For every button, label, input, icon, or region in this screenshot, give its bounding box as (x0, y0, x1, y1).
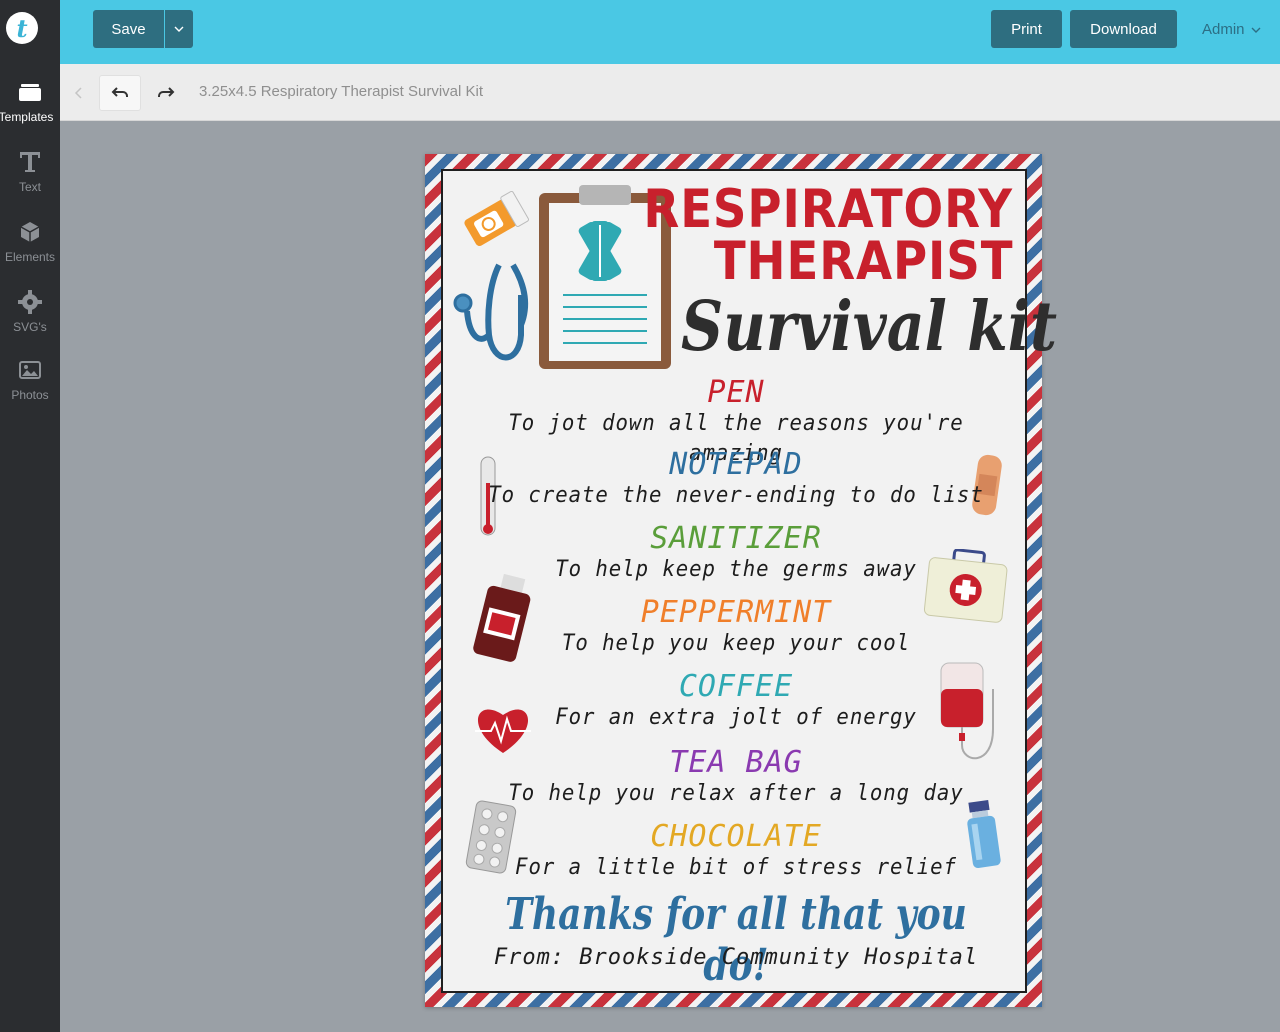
left-sidebar: t Templates Text Elements SVG's Photos (0, 0, 60, 1032)
redo-icon (158, 87, 175, 97)
download-button[interactable]: Download (1070, 10, 1177, 48)
photos-icon (19, 361, 41, 379)
card-content: RESPIRATORY THERAPIST Survival kit PEN T… (441, 169, 1057, 993)
admin-label: Admin (1202, 21, 1245, 38)
sidebar-item-elements[interactable]: Elements (0, 220, 60, 282)
sidebar-item-label: Text (18, 180, 41, 194)
item-name: PEPPERMINT (640, 595, 832, 630)
editor-toolbar: 3.25x4.5 Respiratory Therapist Survival … (60, 64, 1280, 121)
kit-item: TEA BAG To help you relax after a long d… (443, 747, 1029, 809)
sidebar-item-label: SVG's (13, 320, 47, 334)
back-button[interactable] (68, 75, 88, 111)
chevron-down-icon (1251, 27, 1261, 33)
sidebar-item-label: Photos (11, 388, 49, 402)
undo-icon (111, 87, 128, 97)
admin-menu[interactable]: Admin (1202, 21, 1261, 38)
item-name: TEA BAG (669, 745, 803, 780)
sidebar-item-text[interactable]: Text (0, 150, 60, 212)
sidebar-item-templates[interactable]: Templates (0, 80, 60, 142)
item-desc: To create the never-ending to do list (488, 483, 984, 508)
sidebar-item-label: Elements (4, 250, 56, 264)
redo-button[interactable] (148, 75, 184, 111)
templates-icon (19, 84, 41, 101)
item-desc: To help you keep your cool (561, 631, 911, 656)
chevron-left-icon (74, 87, 82, 99)
logo-letter: t (16, 13, 28, 43)
stethoscope-icon (453, 263, 529, 361)
save-button[interactable]: Save (93, 10, 164, 48)
document-title: 3.25x4.5 Respiratory Therapist Survival … (199, 83, 484, 100)
item-desc: For a little bit of stress relief (515, 855, 957, 880)
item-name: CHOCOLATE (650, 819, 822, 854)
undo-button[interactable] (99, 75, 141, 111)
from-text: From: Brookside Community Hospital (493, 945, 979, 970)
item-desc: For an extra jolt of energy (555, 705, 917, 730)
item-desc: To help keep the germs away (555, 557, 917, 582)
design-canvas[interactable]: RESPIRATORY THERAPIST Survival kit PEN T… (425, 154, 1057, 1007)
elements-icon (20, 222, 40, 242)
item-name: SANITIZER (650, 521, 822, 556)
kit-item: CHOCOLATE For a little bit of stress rel… (443, 821, 1029, 883)
kit-item: COFFEE For an extra jolt of energy (443, 671, 1029, 733)
kit-item: PEPPERMINT To help you keep your cool (443, 597, 1029, 659)
save-dropdown-button[interactable] (165, 10, 193, 48)
title-script: Survival kit (681, 287, 1057, 367)
pill-bottle-icon (464, 190, 529, 246)
chevron-down-icon (174, 26, 184, 32)
item-name: NOTEPAD (669, 447, 803, 482)
item-name: PEN (707, 375, 765, 410)
sidebar-item-svgs[interactable]: SVG's (0, 290, 60, 352)
sidebar-item-photos[interactable]: Photos (0, 358, 60, 420)
title-line-2: THERAPIST (713, 231, 1013, 292)
print-button[interactable]: Print (991, 10, 1062, 48)
top-bar: Save Print Download Admin (60, 0, 1280, 64)
kit-item: SANITIZER To help keep the germs away (443, 523, 1029, 585)
item-desc: To help you relax after a long day (508, 781, 964, 806)
text-icon (20, 152, 40, 172)
item-name: COFFEE (678, 669, 794, 704)
thanks-text: Thanks for all that you do! (505, 889, 967, 991)
sidebar-item-label: Templates (0, 110, 54, 124)
svg-icon (18, 290, 42, 314)
kit-item: NOTEPAD To create the never-ending to do… (443, 449, 1029, 511)
app-logo[interactable]: t (6, 12, 38, 44)
